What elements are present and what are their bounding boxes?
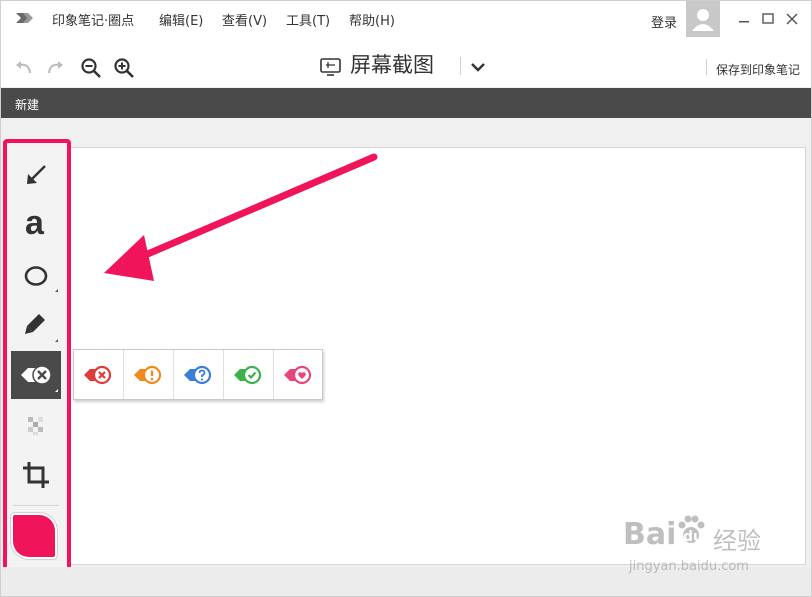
color-picker-swatch[interactable]	[13, 515, 55, 557]
watermark-suffix: 经验	[713, 527, 761, 555]
new-button[interactable]: 新建	[15, 96, 39, 113]
chevron-down-icon[interactable]	[468, 57, 488, 77]
toolbar: 屏幕截图 保存到印象笔记	[1, 37, 811, 87]
arrow-icon	[27, 165, 46, 184]
stamp-tool[interactable]	[11, 351, 61, 399]
love-stamp-icon	[284, 365, 312, 385]
undo-icon[interactable]	[13, 57, 35, 79]
watermark-brand: Bai	[623, 517, 677, 552]
tool-panel: a	[3, 139, 71, 575]
screenshot-monitor-icon	[320, 58, 341, 76]
login-link[interactable]: 登录	[651, 12, 677, 31]
user-icon	[692, 9, 714, 31]
minimize-icon[interactable]	[734, 9, 754, 29]
marker-icon	[25, 314, 58, 342]
redo-icon[interactable]	[44, 57, 66, 79]
pixelate-tool[interactable]	[11, 401, 61, 449]
crop-icon	[23, 462, 49, 488]
pixelate-icon	[28, 417, 43, 435]
watermark-url: jingyan.baidu.com	[629, 559, 749, 574]
arrow-tool[interactable]	[11, 151, 61, 199]
menu-tools[interactable]: 工具(T)	[286, 10, 330, 29]
menu-app[interactable]: 印象笔记·圈点	[52, 10, 134, 29]
avatar[interactable]	[686, 1, 720, 37]
question-stamp-icon	[184, 365, 212, 385]
app-logo-icon	[16, 13, 33, 23]
stamp-approve[interactable]	[224, 350, 274, 399]
title-bar: 印象笔记·圈点 编辑(E) 查看(V) 工具(T) 帮助(H) 登录	[1, 1, 811, 37]
save-to-evernote-button[interactable]: 保存到印象笔记	[716, 61, 800, 78]
watermark: Bai du 经验 jingyan.baidu.com	[623, 513, 773, 583]
stamp-reject[interactable]	[74, 350, 124, 399]
maximize-icon[interactable]	[758, 9, 778, 29]
action-bar: 新建	[1, 88, 811, 118]
zoom-in-icon[interactable]	[113, 57, 135, 79]
close-icon[interactable]	[782, 9, 802, 29]
ellipse-tool[interactable]	[11, 251, 61, 299]
approve-stamp-icon	[234, 365, 262, 385]
text-tool[interactable]: a	[11, 201, 61, 249]
app-window: 印象笔记·圈点 编辑(E) 查看(V) 工具(T) 帮助(H) 登录 屏幕截图 …	[0, 0, 812, 597]
title-divider	[460, 57, 461, 75]
arrow-annotation[interactable]	[96, 149, 386, 289]
menu-view[interactable]: 查看(V)	[222, 10, 267, 29]
page-title: 屏幕截图	[350, 53, 434, 77]
menu-edit[interactable]: 编辑(E)	[159, 10, 203, 29]
stamp-popup	[73, 349, 323, 400]
stamp-icon	[21, 365, 58, 392]
text-a-icon: a	[25, 204, 44, 242]
zoom-out-icon[interactable]	[80, 57, 102, 79]
crop-tool[interactable]	[11, 451, 61, 499]
menu-help[interactable]: 帮助(H)	[349, 10, 395, 29]
reject-stamp-icon	[84, 365, 112, 385]
stamp-warning[interactable]	[124, 350, 174, 399]
stamp-love[interactable]	[274, 350, 324, 399]
watermark-du: du	[683, 529, 703, 545]
ellipse-icon	[24, 266, 58, 292]
save-divider	[706, 59, 707, 75]
warning-stamp-icon	[134, 365, 162, 385]
stamp-question[interactable]	[174, 350, 224, 399]
marker-tool[interactable]	[11, 301, 61, 349]
tool-divider	[13, 505, 59, 506]
